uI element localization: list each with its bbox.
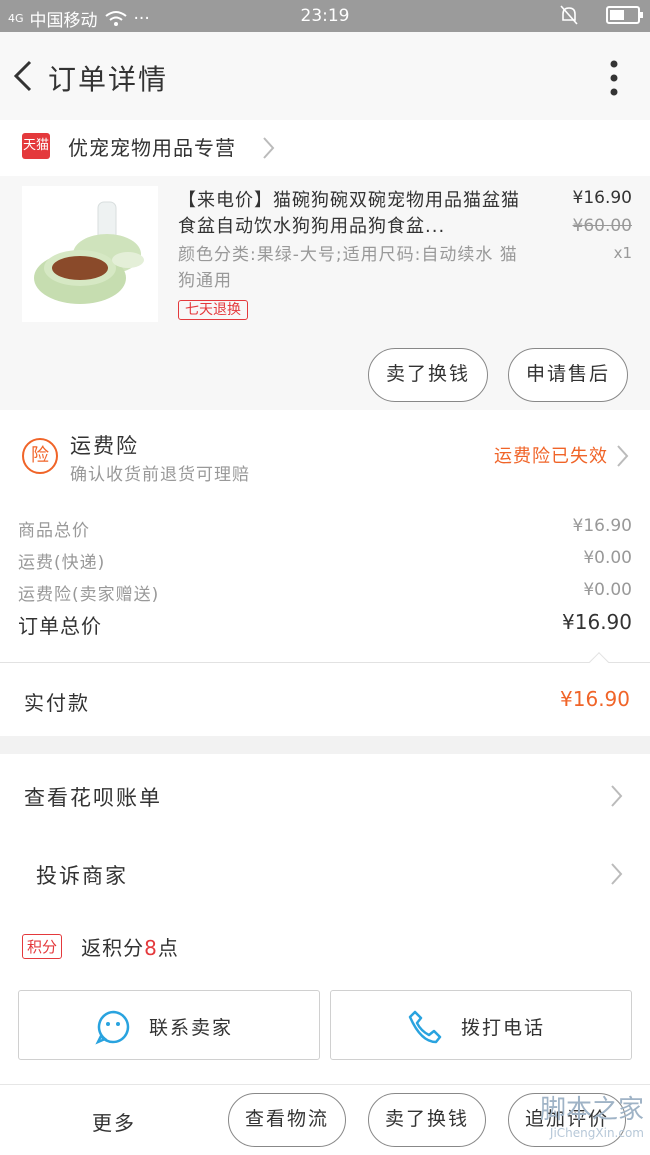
more-menu-icon[interactable] xyxy=(608,58,620,98)
paid-label: 实付款 xyxy=(24,691,90,715)
insurance-title: 运费险 xyxy=(70,434,139,458)
insurance-desc: 确认收货前退货可理赔 xyxy=(70,465,250,485)
points-suffix: 点 xyxy=(157,936,179,960)
return-policy-tag: 七天退换 xyxy=(178,300,248,320)
huabei-bill-label: 查看花呗账单 xyxy=(24,786,162,810)
insurance-status: 运费险已失效 xyxy=(494,446,608,467)
freight-insurance-row[interactable]: 险 运费险 确认收货前退货可理赔 运费险已失效 xyxy=(0,410,650,506)
watermark-logo: 脚本之家 xyxy=(539,1095,644,1125)
order-total-row: 订单总价 ¥16.90 xyxy=(18,610,632,640)
summary-label: 运费(快递) xyxy=(18,553,106,573)
summary-value: ¥0.00 xyxy=(583,580,632,600)
page-title: 订单详情 xyxy=(48,63,169,96)
chevron-right-icon xyxy=(263,137,275,159)
call-phone-label: 拨打电话 xyxy=(461,1017,546,1039)
nav-bar: 订单详情 xyxy=(0,32,650,120)
contact-seller-label: 联系卖家 xyxy=(149,1017,234,1039)
store-name: 优宠宠物用品专营 xyxy=(68,136,236,160)
product-original-price: ¥60.00 xyxy=(572,216,632,236)
paid-value: ¥16.90 xyxy=(560,687,630,711)
call-phone-button[interactable]: 拨打电话 xyxy=(330,990,632,1060)
product-quantity: x1 xyxy=(613,244,632,262)
more-actions-link[interactable]: 更多 xyxy=(92,1107,136,1136)
order-total-value: ¥16.90 xyxy=(562,610,632,634)
summary-row: 运费险(卖家赠送) ¥0.00 xyxy=(18,580,632,610)
after-sales-button[interactable]: 申请售后 xyxy=(508,348,628,402)
summary-value: ¥16.90 xyxy=(572,516,632,536)
summary-label: 商品总价 xyxy=(18,521,90,541)
price-summary: 商品总价 ¥16.90 运费(快递) ¥0.00 运费险(卖家赠送) ¥0.00… xyxy=(0,506,650,662)
points-badge: 积分 xyxy=(22,934,63,959)
order-total-label: 订单总价 xyxy=(18,614,102,638)
phone-icon xyxy=(408,1010,442,1044)
contact-seller-button[interactable]: 联系卖家 xyxy=(18,990,320,1060)
view-logistics-button[interactable]: 查看物流 xyxy=(228,1093,346,1147)
insurance-icon: 险 xyxy=(22,438,58,474)
bottom-action-bar: 更多 查看物流 卖了换钱 追加评价 脚本之家 JiChengXin.com xyxy=(0,1084,650,1155)
paid-row: 实付款 ¥16.90 xyxy=(0,652,650,736)
summary-label: 运费险(卖家赠送) xyxy=(18,585,160,605)
chevron-right-icon xyxy=(611,785,623,807)
silent-bell-icon xyxy=(560,5,578,25)
watermark-url: JiChengXin.com xyxy=(549,1126,644,1140)
summary-row: 商品总价 ¥16.90 xyxy=(18,516,632,546)
product-price: ¥16.90 xyxy=(572,188,632,208)
product-spec: 颜色分类:果绿-大号;适用尺码:自动续水 猫狗通用 xyxy=(178,245,518,291)
points-number: 8 xyxy=(144,936,158,960)
product-thumbnail[interactable] xyxy=(22,186,158,322)
back-arrow-icon[interactable] xyxy=(6,54,40,98)
chat-icon xyxy=(95,1010,130,1045)
huabei-bill-link[interactable]: 查看花呗账单 xyxy=(0,756,650,834)
links-section: 查看花呗账单 投诉商家 积分 返积分8点 联系卖家 拨打电话 xyxy=(0,754,650,1084)
summary-value: ¥0.00 xyxy=(583,548,632,568)
tmall-badge: 天猫 xyxy=(22,133,50,159)
battery-icon xyxy=(606,6,643,24)
status-time: 23:19 xyxy=(300,6,350,26)
complain-seller-link[interactable]: 投诉商家 xyxy=(0,834,650,912)
status-bar: 4G 中国移动 ··· 23:19 xyxy=(0,0,650,32)
site-watermark: 脚本之家 JiChengXin.com xyxy=(540,1095,644,1141)
product-title[interactable]: 【来电价】猫碗狗碗双碗宠物用品猫盆猫食盆自动饮水狗狗用品狗食盆... xyxy=(178,188,528,240)
complain-seller-label: 投诉商家 xyxy=(36,864,128,888)
chevron-right-icon xyxy=(611,863,623,885)
summary-row: 运费(快递) ¥0.00 xyxy=(18,548,632,578)
store-row[interactable]: 天猫 优宠宠物用品专营 xyxy=(0,120,650,176)
chevron-right-icon xyxy=(617,445,629,467)
resell-button-bottom[interactable]: 卖了换钱 xyxy=(368,1093,486,1147)
product-card[interactable]: 【来电价】猫碗狗碗双碗宠物用品猫盆猫食盆自动饮水狗狗用品狗食盆... 颜色分类:… xyxy=(0,176,650,410)
points-row: 积分 返积分8点 xyxy=(22,932,179,962)
resell-button[interactable]: 卖了换钱 xyxy=(368,348,488,402)
points-prefix: 返积分 xyxy=(81,936,145,960)
